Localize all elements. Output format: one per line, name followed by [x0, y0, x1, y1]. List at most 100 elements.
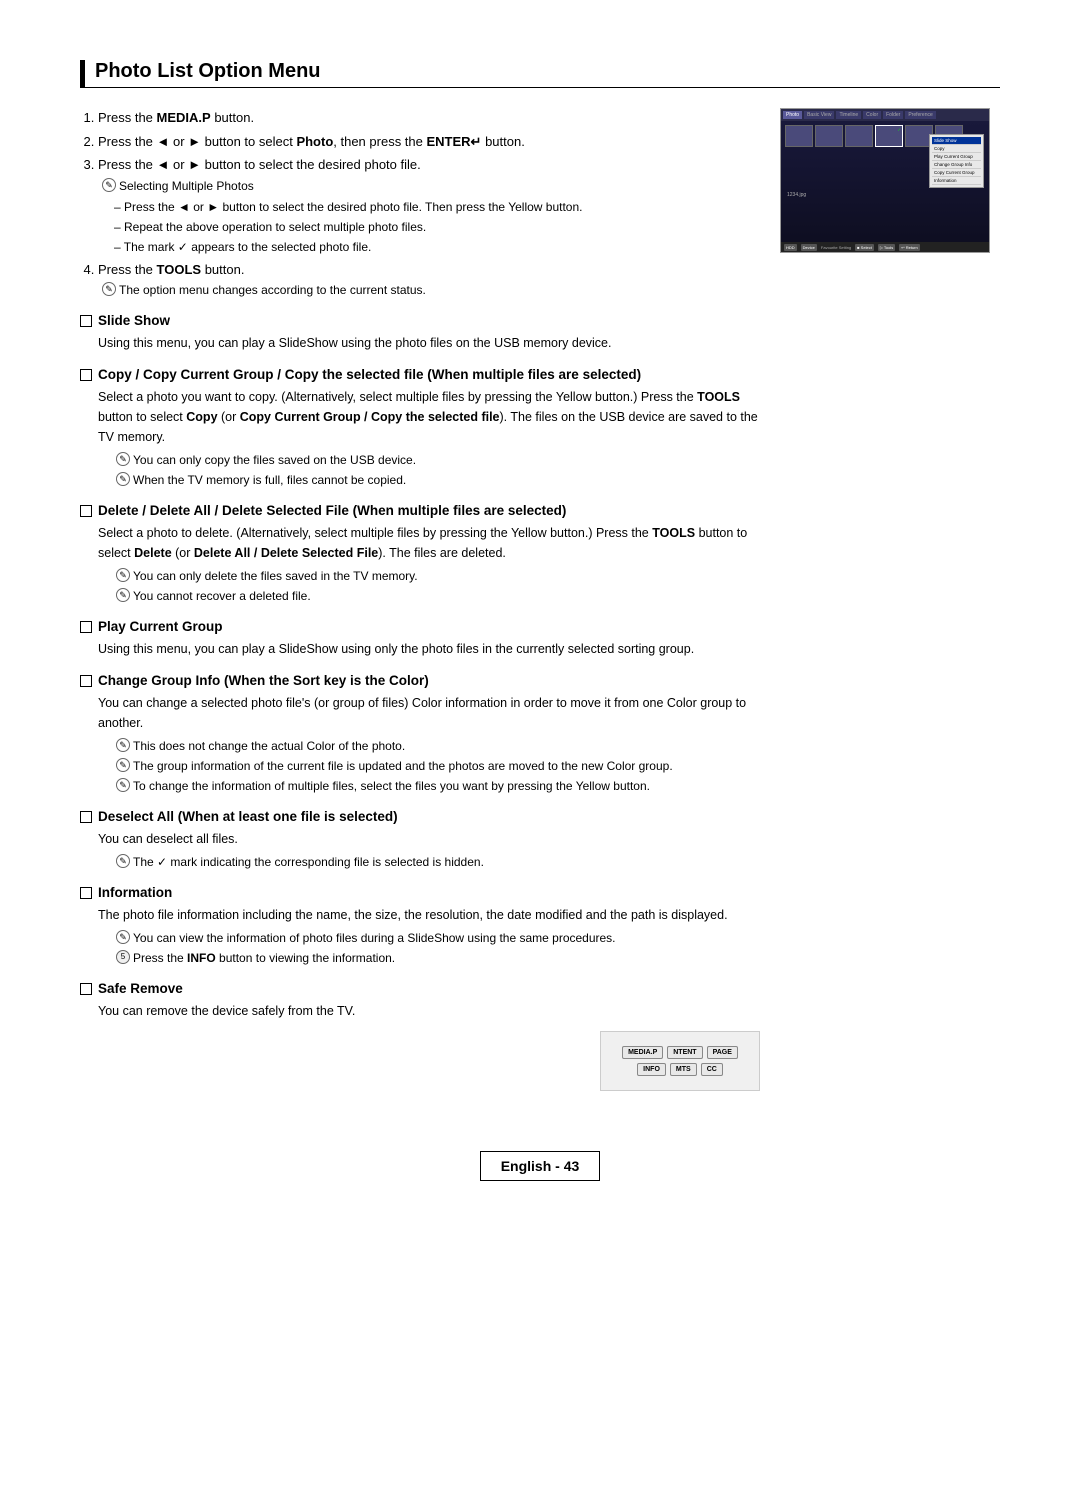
tv-photo-2: [815, 125, 843, 147]
information-note-text-1: You can view the information of photo fi…: [133, 929, 616, 947]
section-title-deselect: Deselect All (When at least one file is …: [98, 809, 398, 824]
page-title: Photo List Option Menu: [80, 60, 1000, 88]
note-icon-cg-2: ✎: [116, 758, 130, 772]
main-content: Press the MEDIA.P button. Press the ◄ or…: [80, 108, 760, 1091]
section-body-information: The photo file information including the…: [80, 905, 760, 925]
step-2: Press the ◄ or ► button to select Photo,…: [98, 132, 760, 152]
note-icon-1: ✎: [102, 178, 116, 192]
note-icon-cg-1: ✎: [116, 738, 130, 752]
tv-screenshot: Photo Basic View Timeline Color Folder P…: [780, 108, 990, 253]
checkbox-icon-deselect: [80, 811, 92, 823]
remote-control-image: MEDIA.P NTENT PAGE INFO MTS CC: [600, 1031, 760, 1091]
tv-menu-change-group: Change Group Info: [932, 161, 981, 169]
footer-label: English - 43: [480, 1151, 601, 1181]
tv-tab-photo: Photo: [783, 111, 802, 119]
note-icon-info-2: 5: [116, 950, 130, 964]
note-icon-deselect-1: ✎: [116, 854, 130, 868]
step3-bullet-3: The mark ✓ appears to the selected photo…: [114, 238, 760, 256]
note-icon-info-1: ✎: [116, 930, 130, 944]
tv-tabs-bar: Photo Basic View Timeline Color Folder P…: [781, 109, 989, 121]
note-icon-delete-2: ✎: [116, 588, 130, 602]
change-group-note-text-1: This does not change the actual Color of…: [133, 737, 405, 755]
section-title-safe-remove: Safe Remove: [98, 981, 183, 996]
change-group-note-3: ✎ To change the information of multiple …: [80, 777, 760, 795]
section-body-safe-remove: You can remove the device safely from th…: [80, 1001, 760, 1021]
footer: English - 43: [80, 1151, 1000, 1181]
step4-note: ✎ The option menu changes according to t…: [98, 281, 760, 299]
change-group-note-text-2: The group information of the current fil…: [133, 757, 673, 775]
remote-row-1: MEDIA.P NTENT PAGE: [622, 1046, 738, 1059]
note-icon-copy-1: ✎: [116, 452, 130, 466]
checkbox-icon-play-current: [80, 621, 92, 633]
tv-tab-basic: Basic View: [804, 111, 834, 119]
step3-note-text: Selecting Multiple Photos: [119, 177, 254, 195]
tv-tab-color: Color: [863, 111, 881, 119]
copy-note-text-2: When the TV memory is full, files cannot…: [133, 471, 406, 489]
step-4: Press the TOOLS button. ✎ The option men…: [98, 260, 760, 300]
tv-context-menu: Slide Show Copy Play Current Group Chang…: [929, 134, 984, 188]
section-body-change-group: You can change a selected photo file's (…: [80, 693, 760, 733]
delete-note-1: ✎ You can only delete the files saved in…: [80, 567, 760, 585]
tv-photo-label: 1234.jpg: [785, 190, 808, 241]
delete-note-2: ✎ You cannot recover a deleted file.: [80, 587, 760, 605]
section-title-change-group: Change Group Info (When the Sort key is …: [98, 673, 429, 688]
tv-screen: Photo Basic View Timeline Color Folder P…: [781, 109, 989, 252]
step-3: Press the ◄ or ► button to select the de…: [98, 155, 760, 256]
steps-list: Press the MEDIA.P button. Press the ◄ or…: [80, 108, 760, 299]
remote-image-area: MEDIA.P NTENT PAGE INFO MTS CC: [80, 1031, 760, 1091]
tv-bottom-text: Favourite Setting: [821, 245, 851, 250]
step-1: Press the MEDIA.P button.: [98, 108, 760, 128]
note-icon-copy-2: ✎: [116, 472, 130, 486]
copy-note-text-1: You can only copy the files saved on the…: [133, 451, 416, 469]
tv-menu-copy: Copy: [932, 145, 981, 153]
checkbox-icon-copy: [80, 369, 92, 381]
tv-btn-return: ↩ Return: [899, 244, 919, 251]
remote-btn-cc: CC: [701, 1063, 723, 1076]
remote-btn-ntent: NTENT: [667, 1046, 702, 1059]
step3-note: ✎ Selecting Multiple Photos: [98, 177, 760, 195]
section-header-copy: Copy / Copy Current Group / Copy the sel…: [80, 367, 760, 382]
section-title-copy: Copy / Copy Current Group / Copy the sel…: [98, 367, 641, 382]
section-body-copy: Select a photo you want to copy. (Altern…: [80, 387, 760, 447]
tv-photo-1: [785, 125, 813, 147]
section-header-slide-show: Slide Show: [80, 313, 760, 328]
information-note-1: ✎ You can view the information of photo …: [80, 929, 760, 947]
tv-menu-information: Information: [932, 177, 981, 185]
change-group-note-text-3: To change the information of multiple fi…: [133, 777, 650, 795]
tv-menu-slideshow: Slide Show: [932, 137, 981, 145]
remote-btn-mediap: MEDIA.P: [622, 1046, 663, 1059]
note-icon-delete-1: ✎: [116, 568, 130, 582]
tv-tab-folder: Folder: [883, 111, 903, 119]
step4-note-text: The option menu changes according to the…: [119, 281, 426, 299]
tv-bottom-bar: HDD Device Favourite Setting ■ Select ▷ …: [781, 242, 989, 252]
checkbox-icon-delete: [80, 505, 92, 517]
section-header-deselect: Deselect All (When at least one file is …: [80, 809, 760, 824]
section-body-play-current: Using this menu, you can play a SlideSho…: [80, 639, 760, 659]
checkbox-icon-slide-show: [80, 315, 92, 327]
checkbox-icon-change-group: [80, 675, 92, 687]
section-header-delete: Delete / Delete All / Delete Selected Fi…: [80, 503, 760, 518]
deselect-note-text-1: The ✓ mark indicating the corresponding …: [133, 853, 484, 871]
step2-bold-enter: ENTER↵: [427, 134, 482, 149]
section-body-deselect: You can deselect all files.: [80, 829, 760, 849]
tv-tab-timeline: Timeline: [836, 111, 861, 119]
change-group-note-2: ✎ The group information of the current f…: [80, 757, 760, 775]
tv-menu-play-current: Play Current Group: [932, 153, 981, 161]
section-title-slide-show: Slide Show: [98, 313, 170, 328]
section-body-delete: Select a photo to delete. (Alternatively…: [80, 523, 760, 563]
tv-tab-pref: Preference: [905, 111, 935, 119]
note-icon-cg-3: ✎: [116, 778, 130, 792]
note-icon-2: ✎: [102, 282, 116, 296]
step3-bullet-1: Press the ◄ or ► button to select the de…: [114, 198, 760, 216]
tv-btn-tools: ▷ Tools: [878, 244, 895, 251]
section-title-delete: Delete / Delete All / Delete Selected Fi…: [98, 503, 566, 518]
step2-bold-photo: Photo: [296, 134, 333, 149]
tv-photo-4: ✓: [875, 125, 903, 147]
step4-bold-tools: TOOLS: [157, 262, 202, 277]
information-note-text-2: Press the INFO button to viewing the inf…: [133, 949, 395, 967]
tv-menu-copy-current: Copy Current Group: [932, 169, 981, 177]
step3-bullets: Press the ◄ or ► button to select the de…: [98, 198, 760, 256]
tv-btn-hdd: HDD: [784, 244, 797, 251]
section-body-slide-show: Using this menu, you can play a SlideSho…: [80, 333, 760, 353]
remote-btn-mts: MTS: [670, 1063, 697, 1076]
